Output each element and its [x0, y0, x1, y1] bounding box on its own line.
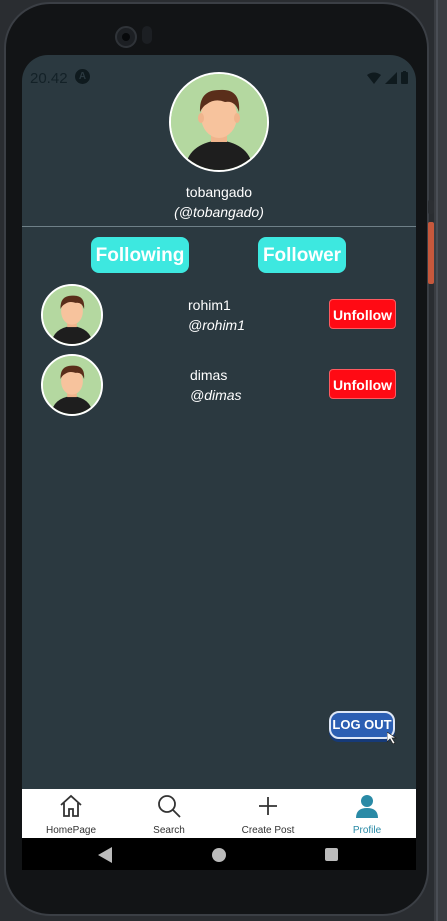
battery-icon — [401, 71, 408, 84]
nav-item-search[interactable]: Search — [120, 789, 218, 838]
recent-apps-icon[interactable] — [325, 848, 338, 861]
wifi-icon — [367, 72, 381, 84]
user-avatar[interactable] — [41, 284, 103, 346]
tab-following[interactable]: Following — [91, 237, 189, 273]
person-avatar-icon — [43, 286, 101, 344]
system-navigation-bar — [22, 838, 416, 870]
cursor-icon — [387, 732, 397, 744]
logout-button[interactable]: LOG OUT — [329, 711, 397, 744]
person-avatar-icon — [43, 356, 101, 414]
search-icon — [158, 795, 181, 818]
proximity-sensor — [142, 26, 152, 44]
unfollow-button[interactable]: Unfollow — [329, 369, 396, 399]
nav-item-profile[interactable]: Profile — [318, 789, 416, 838]
nav-label: Profile — [352, 825, 382, 836]
status-icons — [367, 71, 408, 84]
list-item: rohim1 @rohim1 Unfollow — [22, 284, 416, 346]
plus-icon — [259, 797, 277, 815]
person-avatar-icon — [171, 74, 267, 170]
user-name: rohim1 — [188, 297, 231, 313]
back-icon[interactable] — [98, 847, 112, 863]
list-item: dimas @dimas Unfollow — [22, 354, 416, 416]
home-icon — [60, 794, 82, 817]
status-time: 20.42 — [30, 70, 68, 87]
profile-handle: (@tobangado) — [174, 204, 264, 220]
profile-username: tobangado — [185, 184, 253, 200]
nav-item-create-post[interactable]: Create Post — [219, 789, 317, 838]
user-handle: @rohim1 — [188, 317, 246, 333]
window-edge — [436, 0, 438, 921]
nav-label: HomePage — [45, 825, 97, 836]
user-name: dimas — [190, 367, 228, 383]
user-handle: @dimas — [190, 387, 242, 403]
profile-avatar[interactable] — [169, 72, 269, 172]
signal-icon — [385, 71, 397, 84]
logout-label: LOG OUT — [332, 717, 392, 732]
unfollow-button[interactable]: Unfollow — [329, 299, 396, 329]
home-button-icon[interactable] — [212, 848, 226, 862]
notification-icon: A — [75, 69, 90, 84]
nav-item-homepage[interactable]: HomePage — [22, 789, 120, 838]
nav-label: Search — [153, 825, 185, 836]
front-camera — [115, 26, 137, 48]
user-avatar[interactable] — [41, 354, 103, 416]
background-window-strip — [434, 0, 447, 921]
phone-volume-button — [428, 222, 434, 284]
tab-follower[interactable]: Follower — [258, 237, 346, 273]
nav-label: Create Post — [241, 825, 295, 836]
person-icon — [356, 795, 378, 818]
bottom-navigation: HomePage Search Create Post Profile — [22, 789, 416, 838]
app-screen: 20.42 A tobangado (@tobangado) Following… — [22, 55, 416, 870]
divider — [22, 226, 416, 227]
phone-power-button — [428, 200, 434, 214]
